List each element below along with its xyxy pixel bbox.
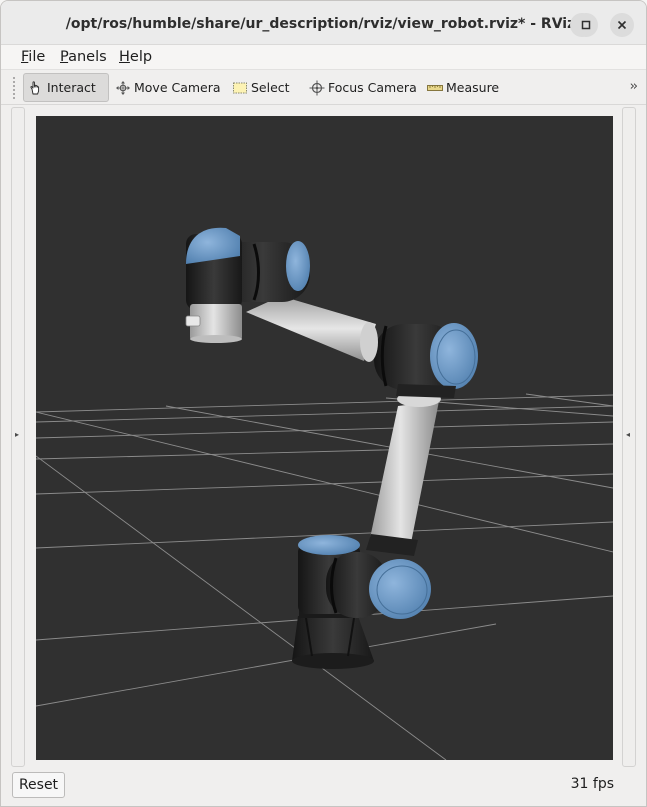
select-rect-icon <box>231 79 249 97</box>
menu-help[interactable]: Help <box>119 47 152 67</box>
tool-select-label: Select <box>251 80 290 95</box>
render-viewport[interactable] <box>36 116 613 760</box>
rviz-window: /opt/ros/humble/share/ur_description/rvi… <box>0 0 647 807</box>
tool-focus-camera-label: Focus Camera <box>328 80 417 95</box>
hand-pointer-icon <box>27 79 45 97</box>
tool-measure-label: Measure <box>446 80 500 95</box>
menu-bar: File Panels Help <box>1 45 646 69</box>
toolbar-overflow-button[interactable]: ›› <box>630 79 639 94</box>
close-icon <box>617 20 627 30</box>
toolbar-grip-handle[interactable] <box>12 76 16 100</box>
right-dock-toggle[interactable]: ◂ <box>622 107 636 767</box>
left-dock-toggle[interactable]: ▸ <box>11 107 25 767</box>
window-title: /opt/ros/humble/share/ur_description/rvi… <box>65 16 576 32</box>
title-bar[interactable]: /opt/ros/humble/share/ur_description/rvi… <box>1 1 646 45</box>
maximize-icon <box>581 20 591 30</box>
menu-file[interactable]: File <box>21 47 45 67</box>
maximize-button[interactable] <box>574 13 598 37</box>
tool-move-camera-label: Move Camera <box>134 80 221 95</box>
reset-button[interactable]: Reset <box>12 772 65 798</box>
tool-interact[interactable]: Interact <box>23 73 109 102</box>
move-camera-icon <box>114 79 132 97</box>
close-button[interactable] <box>610 13 634 37</box>
focus-camera-icon <box>308 79 326 97</box>
expand-left-icon: ▸ <box>15 430 20 439</box>
expand-right-icon: ◂ <box>626 430 631 439</box>
upper-arm-link <box>246 296 378 362</box>
tools-toolbar: Interact Move Camera Select Focus Camera <box>1 69 646 105</box>
tool-focus-camera[interactable]: Focus Camera <box>305 73 421 102</box>
fps-readout: 31 fps <box>570 776 614 792</box>
elbow-joint <box>374 323 478 398</box>
tool-move-camera[interactable]: Move Camera <box>111 73 225 102</box>
status-bar: Reset 31 fps <box>1 769 646 806</box>
lower-arm-link <box>366 391 441 556</box>
ruler-icon <box>426 79 444 97</box>
tool-select[interactable]: Select <box>228 73 294 102</box>
tool-measure[interactable]: Measure <box>423 73 503 102</box>
tool-interact-label: Interact <box>47 80 96 95</box>
menu-panels[interactable]: Panels <box>60 47 107 67</box>
